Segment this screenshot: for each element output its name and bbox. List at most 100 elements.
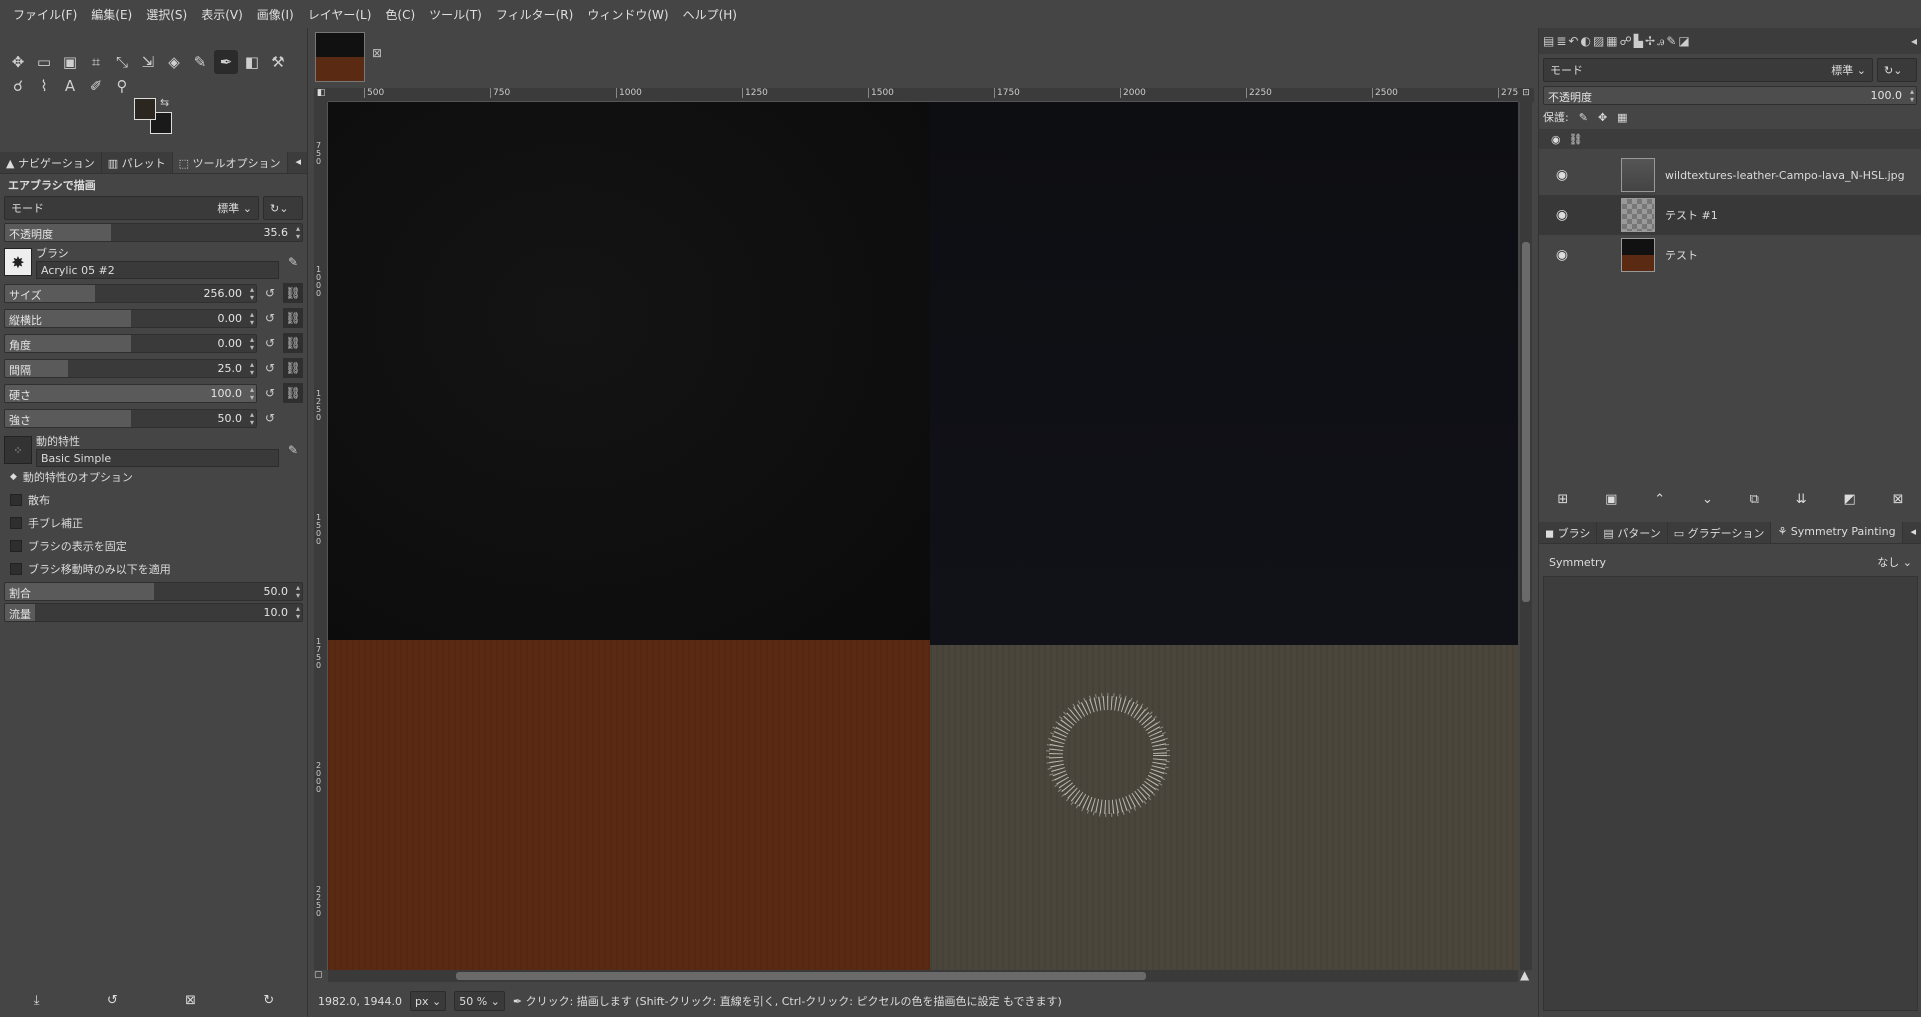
tab-menu-icon[interactable]: ◂ xyxy=(289,152,307,173)
symmetry-select[interactable]: Symmetry なし ⌄ xyxy=(1543,550,1918,574)
layer-row[interactable]: ◉ テスト xyxy=(1539,235,1921,275)
bucket-fill-icon[interactable]: ◈ xyxy=(162,50,186,74)
hardness-link-icon[interactable]: ⛓ xyxy=(283,383,303,403)
menu-item-10[interactable]: ヘルプ(H) xyxy=(676,6,744,23)
layer-row[interactable]: ◉ テスト #1 xyxy=(1539,195,1921,235)
size-reset-icon[interactable]: ↺ xyxy=(260,283,280,303)
menu-item-2[interactable]: 選択(S) xyxy=(139,6,194,23)
menu-item-1[interactable]: 編集(E) xyxy=(84,6,139,23)
save-preset-icon[interactable]: ⤓ xyxy=(34,993,40,1008)
airbrush-icon[interactable]: ✒ xyxy=(214,50,238,74)
delete-preset-icon[interactable]: ⊠ xyxy=(185,993,196,1008)
image-tab-thumbnail[interactable] xyxy=(315,32,365,82)
smudge-icon[interactable]: ☌ xyxy=(6,74,30,98)
edit-dynamics-icon[interactable]: ✎ xyxy=(283,440,303,460)
merge-down-icon[interactable]: ⇊ xyxy=(1796,492,1807,507)
lock-pixels-icon[interactable]: ✎ xyxy=(1579,111,1588,124)
hardness-reset-icon[interactable]: ↺ xyxy=(260,383,280,403)
angle-slider[interactable]: 角度 0.00 ▴ ▾ xyxy=(4,333,257,353)
move-tool-icon[interactable]: ✥ xyxy=(6,50,30,74)
paintbrush-icon[interactable]: ✎ xyxy=(188,50,212,74)
menu-item-9[interactable]: ウィンドウ(W) xyxy=(580,6,675,23)
channels-tab-icon[interactable]: ▦ xyxy=(1606,34,1617,48)
navigation-triangle-icon[interactable]: ▲ xyxy=(1520,968,1534,982)
tab-navigation[interactable]: ▲ ナビゲーション xyxy=(0,152,102,173)
unified-transform-icon[interactable]: ⤡ xyxy=(110,50,134,74)
mode-reset-button[interactable]: ↻⌄ xyxy=(263,196,303,220)
tab-palette[interactable]: ▥ パレット xyxy=(102,152,173,173)
navigate-icon[interactable]: ▢ xyxy=(314,970,326,982)
hardness-slider[interactable]: 硬さ 100.0 ▴ ▾ xyxy=(4,383,257,403)
raise-layer-icon[interactable]: ⌃ xyxy=(1654,492,1665,507)
color-picker-icon[interactable]: ✐ xyxy=(84,74,108,98)
crop-icon[interactable]: ⌗ xyxy=(84,50,108,74)
mode-select[interactable]: モード 標準 ⌄ xyxy=(4,196,259,220)
pointer-tab-icon[interactable]: ✢ xyxy=(1645,34,1655,48)
force-reset-icon[interactable]: ↺ xyxy=(260,408,280,428)
duplicate-layer-icon[interactable]: ⧉ xyxy=(1750,492,1759,507)
zoom-image-icon[interactable]: ⊡ xyxy=(1518,88,1534,102)
layer-opacity-slider[interactable]: 不透明度 100.0 ▴ ▾ xyxy=(1543,86,1917,105)
histogram-tab-icon[interactable]: ▙ xyxy=(1634,34,1643,48)
reset-options-icon[interactable]: ↻ xyxy=(263,993,274,1008)
menu-item-0[interactable]: ファイル(F) xyxy=(6,6,84,23)
zoom-icon[interactable]: ⚲ xyxy=(110,74,134,98)
paths-icon[interactable]: ⌇ xyxy=(32,74,56,98)
tab-brushes[interactable]: ◼ ブラシ xyxy=(1539,522,1598,543)
layer-row[interactable]: ◉ wildtextures-leather-Campo-lava_N-HSL.… xyxy=(1539,155,1921,195)
vertical-scrollbar[interactable] xyxy=(1520,102,1532,970)
spacing-reset-icon[interactable]: ↺ xyxy=(260,358,280,378)
tab-gradients[interactable]: ▭ グラデーション xyxy=(1668,522,1772,543)
angle-link-icon[interactable]: ⛓ xyxy=(283,333,303,353)
paths-tab-icon[interactable]: ☍ xyxy=(1620,34,1632,48)
opacity-slider[interactable]: 不透明度 35.6 ▴ ▾ xyxy=(4,223,303,242)
close-image-icon[interactable]: ⊠ xyxy=(372,46,382,60)
brushes-tab-icon[interactable]: ◐ xyxy=(1580,34,1590,48)
brush-name-field[interactable]: Acrylic 05 #2 xyxy=(36,261,279,279)
unit-select[interactable]: px ⌄ xyxy=(409,991,447,1011)
foreground-select-icon[interactable]: ▣ xyxy=(58,50,82,74)
dynamics-preview[interactable]: ⁘ xyxy=(4,436,32,464)
tool-options-tab-icon[interactable]: ▤ xyxy=(1543,34,1554,48)
spacing-slider[interactable]: 間隔 25.0 ▴ ▾ xyxy=(4,358,257,378)
layers-tab-icon[interactable]: ≣ xyxy=(1556,34,1566,48)
dynamics-options-expander[interactable]: ◆ 動的特性のオプション xyxy=(4,467,303,486)
menu-item-8[interactable]: フィルター(R) xyxy=(489,6,580,23)
rate-slider[interactable]: 割合 50.0 ▴ ▾ xyxy=(4,582,303,601)
visibility-eye-icon[interactable]: ◉ xyxy=(1549,207,1575,223)
lower-layer-icon[interactable]: ⌄ xyxy=(1702,492,1713,507)
horizontal-scroll-thumb[interactable] xyxy=(456,972,1146,980)
angle-reset-icon[interactable]: ↺ xyxy=(260,333,280,353)
menu-item-7[interactable]: ツール(T) xyxy=(422,6,489,23)
fonts-tab-icon[interactable]: ꭿ xyxy=(1657,34,1664,49)
undo-history-tab-icon[interactable]: ↶ xyxy=(1568,34,1578,48)
aspect-link-icon[interactable]: ⛓ xyxy=(283,308,303,328)
images-tab-icon[interactable]: ▨ xyxy=(1593,34,1604,48)
layer-mode-select[interactable]: モード 標準 ⌄ xyxy=(1543,58,1873,82)
colors-tab-icon[interactable]: ◪ xyxy=(1678,34,1689,48)
aspect-ratio-slider[interactable]: 縦横比 0.00 ▴ ▾ xyxy=(4,308,257,328)
image-canvas[interactable] xyxy=(328,102,1518,970)
dynamics-name-field[interactable]: Basic Simple xyxy=(36,449,279,467)
aspect-reset-icon[interactable]: ↺ xyxy=(260,308,280,328)
lock-position-icon[interactable]: ✥ xyxy=(1598,111,1607,124)
devices-tab-icon[interactable]: ✎ xyxy=(1666,34,1676,48)
restore-preset-icon[interactable]: ↺ xyxy=(107,993,118,1008)
tab-patterns[interactable]: ▤ パターン xyxy=(1597,522,1668,543)
incremental-checkbox[interactable]: ブラシ移動時のみ以下を適用 xyxy=(4,559,303,578)
text-tool-icon[interactable]: A xyxy=(58,74,82,98)
lock-alpha-icon[interactable]: ▦ xyxy=(1617,111,1627,124)
eraser-icon[interactable]: ◧ xyxy=(240,50,264,74)
spacing-link-icon[interactable]: ⛓ xyxy=(283,358,303,378)
menu-item-3[interactable]: 表示(V) xyxy=(194,6,250,23)
warp-transform-icon[interactable]: ⇲ xyxy=(136,50,160,74)
brush-preview[interactable]: ✸ xyxy=(4,248,32,276)
menu-item-6[interactable]: 色(C) xyxy=(378,6,422,23)
smooth-stroke-checkbox[interactable]: 手ブレ補正 xyxy=(4,513,303,532)
tab-tool-options[interactable]: ⬚ ツールオプション xyxy=(172,152,288,173)
zoom-select[interactable]: 50 % ⌄ xyxy=(454,991,505,1011)
dock-menu-icon[interactable]: ◂ xyxy=(1911,34,1917,48)
rect-select-icon[interactable]: ▭ xyxy=(32,50,56,74)
quick-mask-corner-icon[interactable]: ◧ xyxy=(314,88,328,102)
vertical-scroll-thumb[interactable] xyxy=(1522,242,1530,602)
